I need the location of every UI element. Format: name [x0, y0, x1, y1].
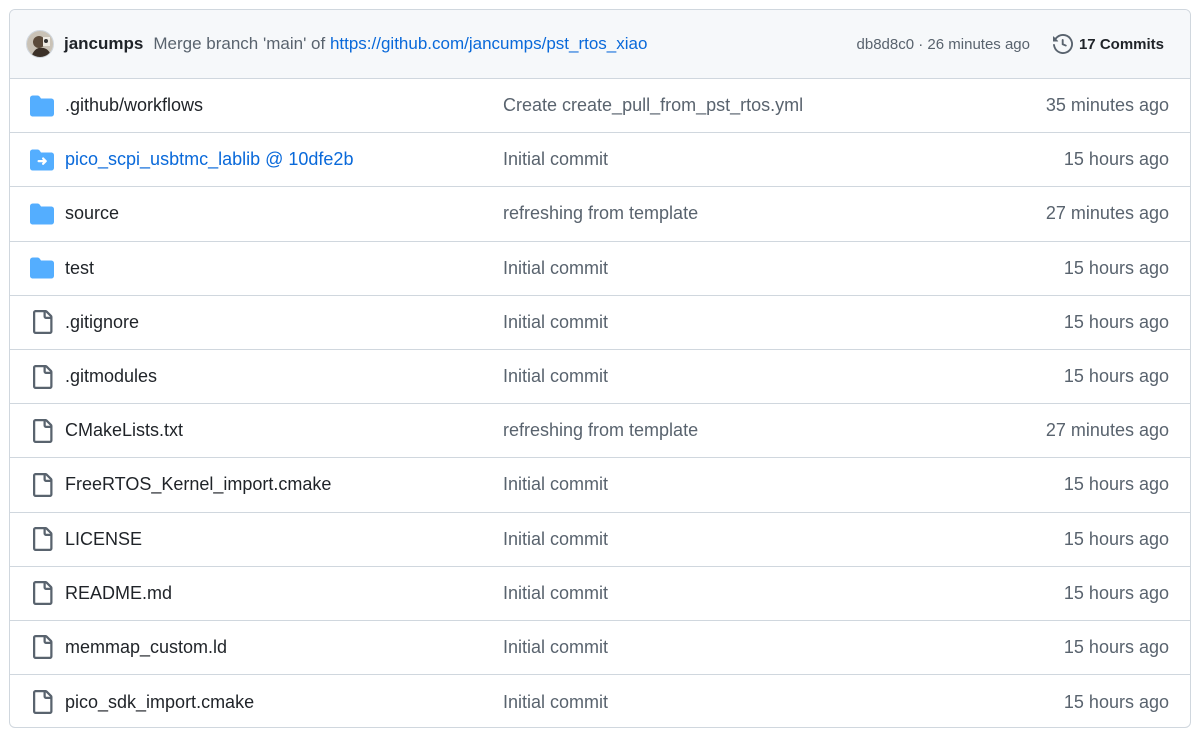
- file-browser: jancumps Merge branch 'main' of https://…: [9, 9, 1191, 728]
- file-icon: [33, 418, 53, 443]
- file-row[interactable]: .github/workflows Create create_pull_from…: [10, 79, 1190, 134]
- file-commit-message[interactable]: Initial commit: [503, 149, 608, 170]
- file-commit-message[interactable]: Initial commit: [503, 366, 608, 387]
- file-commit-message[interactable]: Create create_pull_from_pst_rtos.yml: [503, 95, 803, 116]
- commit-time: 26 minutes ago: [927, 35, 1030, 53]
- file-name[interactable]: .github/workflows: [65, 95, 203, 116]
- file-commit-age: 35 minutes ago: [1045, 95, 1169, 116]
- file-commit-age: 15 hours ago: [1063, 528, 1169, 549]
- folder-icon: [30, 203, 54, 225]
- file-name[interactable]: README.md: [65, 583, 172, 604]
- commit-meta: db8d8c0 · 26 minutes ago: [857, 36, 1030, 53]
- file-commit-message[interactable]: Initial commit: [503, 529, 608, 550]
- file-commit-message[interactable]: Initial commit: [503, 692, 608, 713]
- commits-button[interactable]: 17 Commits: [1052, 34, 1164, 54]
- file-commit-age: 15 hours ago: [1063, 149, 1169, 170]
- commit-message-text[interactable]: Merge branch 'main' of: [153, 34, 325, 53]
- meta-separator: ·: [918, 35, 924, 53]
- file-row[interactable]: FreeRTOS_Kernel_import.cmake Initial comm…: [10, 458, 1190, 513]
- file-row[interactable]: .gitignore Initial commit 15 hours ago: [10, 296, 1190, 350]
- file-name[interactable]: FreeRTOS_Kernel_import.cmake: [65, 474, 331, 495]
- file-commit-age: 27 minutes ago: [1045, 203, 1169, 224]
- file-name[interactable]: memmap_custom.ld: [65, 637, 227, 658]
- file-row[interactable]: test Initial commit 15 hours ago: [10, 242, 1190, 296]
- file-row[interactable]: source refreshing from template 27 minutes…: [10, 187, 1190, 242]
- file-icon: [33, 581, 53, 606]
- commit-sha[interactable]: db8d8c0: [857, 36, 915, 53]
- file-commit-message[interactable]: refreshing from template: [503, 420, 698, 441]
- file-commit-message[interactable]: Initial commit: [503, 637, 608, 658]
- latest-commit-bar: jancumps Merge branch 'main' of https://…: [10, 10, 1190, 79]
- file-row[interactable]: CMakeLists.txt refreshing from template 27…: [10, 404, 1190, 459]
- file-commit-age: 27 minutes ago: [1045, 420, 1169, 441]
- file-commit-age: 15 hours ago: [1063, 311, 1169, 332]
- file-icon: [33, 635, 53, 660]
- file-commit-message[interactable]: refreshing from template: [503, 203, 698, 224]
- file-row[interactable]: pico_sdk_import.cmake Initial commit 15 ho…: [10, 675, 1190, 727]
- file-commit-age: 15 hours ago: [1063, 257, 1169, 278]
- file-name[interactable]: test: [65, 258, 94, 279]
- commit-message-link[interactable]: https://github.com/jancumps/pst_rtos_xia…: [330, 34, 648, 53]
- file-commit-message[interactable]: Initial commit: [503, 312, 608, 333]
- file-icon: [33, 310, 53, 335]
- commit-author[interactable]: jancumps: [64, 34, 143, 54]
- avatar[interactable]: [26, 30, 54, 58]
- file-commit-message[interactable]: Initial commit: [503, 258, 608, 279]
- file-name[interactable]: .gitmodules: [65, 366, 157, 387]
- file-row[interactable]: .gitmodules Initial commit 15 hours ago: [10, 350, 1190, 405]
- file-commit-age: 15 hours ago: [1063, 636, 1169, 657]
- file-row[interactable]: memmap_custom.ld Initial commit 15 hours a…: [10, 621, 1190, 676]
- file-commit-age: 15 hours ago: [1063, 582, 1169, 603]
- folder-icon: [30, 257, 54, 279]
- commits-count: 17 Commits: [1078, 35, 1164, 53]
- file-commit-message[interactable]: Initial commit: [503, 583, 608, 604]
- file-name[interactable]: .gitignore: [65, 312, 139, 333]
- file-icon: [33, 364, 53, 389]
- history-icon: [1052, 34, 1073, 54]
- file-icon: [33, 690, 53, 715]
- file-icon: [33, 527, 53, 552]
- file-commit-age: 15 hours ago: [1063, 366, 1169, 387]
- file-row[interactable]: README.md Initial commit 15 hours ago: [10, 567, 1190, 621]
- file-name[interactable]: pico_sdk_import.cmake: [65, 692, 254, 713]
- file-name[interactable]: LICENSE: [65, 529, 142, 550]
- file-name[interactable]: CMakeLists.txt: [65, 420, 183, 441]
- file-icon: [33, 472, 53, 497]
- file-commit-age: 15 hours ago: [1063, 691, 1169, 712]
- file-commit-message[interactable]: Initial commit: [503, 474, 608, 495]
- file-name[interactable]: pico_scpi_usbtmc_lablib @ 10dfe2b: [65, 149, 353, 170]
- submodule-icon: [30, 149, 54, 171]
- file-commit-age: 15 hours ago: [1063, 474, 1169, 495]
- commit-message: Merge branch 'main' of https://github.co…: [153, 34, 647, 54]
- file-name[interactable]: source: [65, 203, 119, 224]
- file-row[interactable]: LICENSE Initial commit 15 hours ago: [10, 513, 1190, 567]
- folder-icon: [30, 95, 54, 117]
- avatar-image: [27, 31, 53, 57]
- file-list: .github/workflows Create create_pull_from…: [10, 79, 1190, 727]
- file-row[interactable]: pico_scpi_usbtmc_lablib @ 10dfe2b Initial…: [10, 133, 1190, 188]
